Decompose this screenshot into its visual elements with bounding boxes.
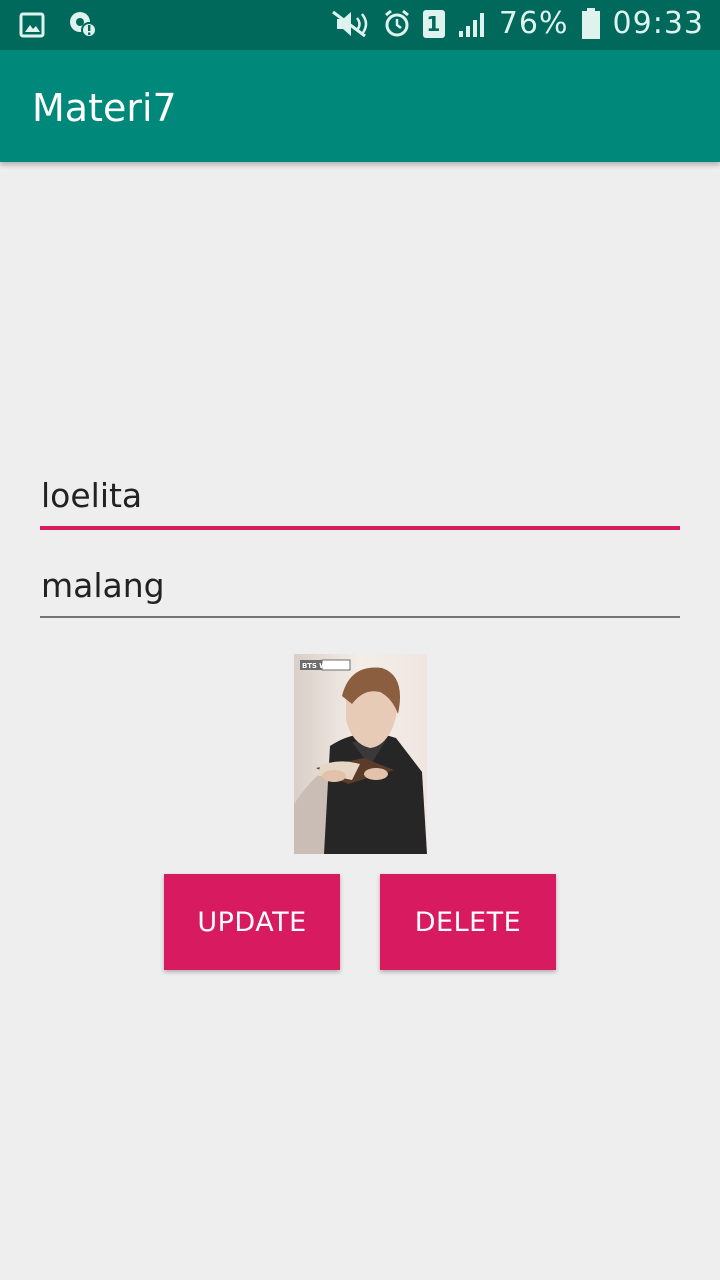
gallery-icon (19, 12, 45, 38)
update-button[interactable]: UPDATE (164, 874, 340, 970)
image-badge: BTS WORLD (302, 662, 348, 670)
status-right-icons: 1 76% 09:33 (331, 6, 704, 41)
signal-icon (458, 12, 484, 37)
city-input[interactable]: malang (40, 566, 680, 618)
city-input-value: malang (41, 566, 165, 605)
status-left-icons (18, 10, 98, 40)
status-bar: 1 76% 09:33 (0, 0, 720, 50)
delete-button[interactable]: DELETE (380, 874, 556, 970)
sim-1-icon: 1 (422, 9, 445, 38)
notification-alert-icon (70, 12, 97, 38)
app-title: Materi7 (32, 86, 177, 130)
name-input-value: loelita (41, 476, 143, 515)
mute-icon (331, 10, 368, 37)
battery-percent: 76% (498, 6, 569, 41)
app-bar: Materi7 (0, 50, 720, 162)
battery-icon (581, 7, 600, 39)
alarm-icon (384, 9, 409, 36)
clock: 09:33 (612, 6, 704, 41)
profile-photo: BTS WORLD (294, 654, 427, 854)
name-input[interactable]: loelita (40, 476, 680, 530)
